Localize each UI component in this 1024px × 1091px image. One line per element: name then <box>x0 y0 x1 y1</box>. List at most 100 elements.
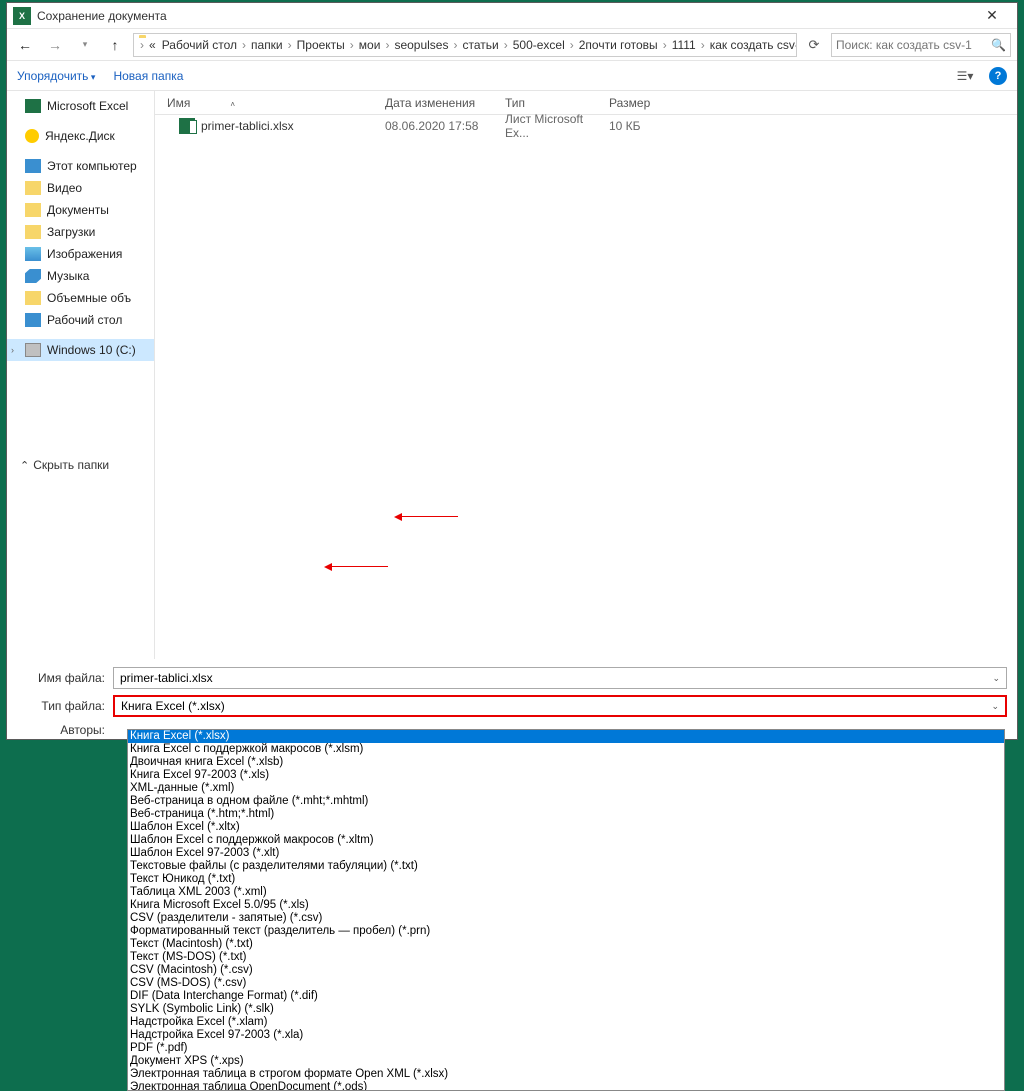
filename-input[interactable]: primer-tablici.xlsx ⌄ <box>113 667 1007 689</box>
filetype-option[interactable]: Текст (Macintosh) (*.txt) <box>128 938 1004 951</box>
breadcrumb-item[interactable]: 2почти готовы <box>576 38 661 52</box>
filetype-option[interactable]: Двоичная книга Excel (*.xlsb) <box>128 756 1004 769</box>
filetype-option[interactable]: Веб-страница в одном файле (*.mht;*.mhtm… <box>128 795 1004 808</box>
filetype-option[interactable]: SYLK (Symbolic Link) (*.slk) <box>128 1003 1004 1016</box>
filetype-option[interactable]: PDF (*.pdf) <box>128 1042 1004 1055</box>
folder-icon <box>25 269 41 283</box>
filetype-option[interactable]: Надстройка Excel 97-2003 (*.xla) <box>128 1029 1004 1042</box>
folder-icon <box>25 247 41 261</box>
filetype-option[interactable]: DIF (Data Interchange Format) (*.dif) <box>128 990 1004 1003</box>
file-list-pane: Имя˄ Дата изменения Тип Размер primer-ta… <box>155 91 1017 659</box>
up-button[interactable]: ↑ <box>103 33 127 57</box>
organize-button[interactable]: Упорядочить <box>17 69 95 83</box>
close-button[interactable]: ✕ <box>973 5 1011 27</box>
sidebar-item-label: Windows 10 (C:) <box>47 343 136 357</box>
toolbar: Упорядочить Новая папка ☰▾ ? <box>7 61 1017 91</box>
filetype-option[interactable]: Книга Microsoft Excel 5.0/95 (*.xls) <box>128 899 1004 912</box>
filetype-option[interactable]: Текстовые файлы (с разделителями табуляц… <box>128 860 1004 873</box>
sidebar-item-label: Изображения <box>47 247 122 261</box>
breadcrumb-item[interactable]: seopulses <box>391 38 451 52</box>
filetype-option[interactable]: Шаблон Excel (*.xltx) <box>128 821 1004 834</box>
filetype-option[interactable]: Форматированный текст (разделитель — про… <box>128 925 1004 938</box>
sidebar-item[interactable]: Рабочий стол <box>7 309 154 331</box>
filetype-option[interactable]: XML-данные (*.xml) <box>128 782 1004 795</box>
search-input[interactable] <box>836 38 991 52</box>
sidebar-item-label: Яндекс.Диск <box>45 129 115 143</box>
sidebar-item[interactable]: › Windows 10 (C:) <box>7 339 154 361</box>
folder-icon <box>25 99 41 113</box>
breadcrumb[interactable]: › « Рабочий стол›папки›Проекты›мои›seopu… <box>133 33 797 57</box>
sidebar-item-label: Рабочий стол <box>47 313 122 327</box>
sidebar-item[interactable]: Microsoft Excel <box>7 95 154 117</box>
sidebar-item-label: Видео <box>47 181 82 195</box>
titlebar: X Сохранение документа ✕ <box>7 3 1017 29</box>
search-box[interactable]: 🔍 <box>831 33 1011 57</box>
breadcrumb-item[interactable]: как создать csv-1 <box>707 38 797 52</box>
filetype-option[interactable]: Текст Юникод (*.txt) <box>128 873 1004 886</box>
filetype-option[interactable]: Таблица XML 2003 (*.xml) <box>128 886 1004 899</box>
sidebar-item-label: Microsoft Excel <box>47 99 128 113</box>
filetype-option[interactable]: Веб-страница (*.htm;*.html) <box>128 808 1004 821</box>
filetype-option[interactable]: Текст (MS-DOS) (*.txt) <box>128 951 1004 964</box>
folder-icon <box>25 225 41 239</box>
sidebar-item[interactable]: Музыка <box>7 265 154 287</box>
chevron-down-icon[interactable]: ⌄ <box>991 701 999 712</box>
new-folder-button[interactable]: Новая папка <box>113 69 183 83</box>
sort-indicator: ˄ <box>230 100 235 109</box>
filetype-option[interactable]: Документ XPS (*.xps) <box>128 1055 1004 1068</box>
sidebar-item-label: Объемные объ <box>47 291 131 305</box>
sidebar-item[interactable]: Яндекс.Диск <box>7 125 154 147</box>
breadcrumb-item[interactable]: статьи <box>459 38 501 52</box>
folder-icon <box>25 291 41 305</box>
folder-icon <box>25 181 41 195</box>
folder-icon <box>25 203 41 217</box>
filetype-option[interactable]: CSV (Macintosh) (*.csv) <box>128 964 1004 977</box>
breadcrumb-item[interactable]: мои <box>356 38 384 52</box>
breadcrumb-item[interactable]: папки <box>248 38 286 52</box>
bottom-panel: Имя файла: primer-tablici.xlsx ⌄ Тип фай… <box>7 659 1017 739</box>
filetype-option[interactable]: Шаблон Excel 97-2003 (*.xlt) <box>128 847 1004 860</box>
breadcrumb-item[interactable]: Рабочий стол <box>159 38 240 52</box>
filetype-option[interactable]: CSV (MS-DOS) (*.csv) <box>128 977 1004 990</box>
sidebar-item[interactable]: Документы <box>7 199 154 221</box>
file-row[interactable]: primer-tablici.xlsx08.06.2020 17:58Лист … <box>155 115 1017 137</box>
filename-label: Имя файла: <box>17 671 113 685</box>
window-title: Сохранение документа <box>37 9 973 23</box>
breadcrumb-item[interactable]: 500-excel <box>510 38 568 52</box>
filetype-option[interactable]: CSV (разделители - запятые) (*.csv) <box>128 912 1004 925</box>
back-button[interactable]: ← <box>13 33 37 57</box>
navbar: ← → ▾ ↑ › « Рабочий стол›папки›Проекты›м… <box>7 29 1017 61</box>
filetype-option[interactable]: Книга Excel с поддержкой макросов (*.xls… <box>128 743 1004 756</box>
folder-icon <box>25 343 41 357</box>
help-button[interactable]: ? <box>989 67 1007 85</box>
sidebar-item-label: Документы <box>47 203 109 217</box>
filetype-option[interactable]: Шаблон Excel с поддержкой макросов (*.xl… <box>128 834 1004 847</box>
filetype-option[interactable]: Электронная таблица в строгом формате Op… <box>128 1068 1004 1081</box>
filetype-option[interactable]: Надстройка Excel (*.xlam) <box>128 1016 1004 1029</box>
sidebar-item-label: Музыка <box>47 269 89 283</box>
sidebar-item[interactable]: Загрузки <box>7 221 154 243</box>
breadcrumb-item[interactable]: Проекты <box>294 38 348 52</box>
sidebar-item-label: Загрузки <box>47 225 95 239</box>
filetype-option[interactable]: Книга Excel 97-2003 (*.xls) <box>128 769 1004 782</box>
refresh-button[interactable]: ⟳ <box>803 34 825 56</box>
filetype-option[interactable]: Электронная таблица OpenDocument (*.ods) <box>128 1081 1004 1091</box>
filetype-option[interactable]: Книга Excel (*.xlsx) <box>128 730 1004 743</box>
forward-button[interactable]: → <box>43 33 67 57</box>
view-button[interactable]: ☰▾ <box>951 66 979 86</box>
chevron-down-icon[interactable]: ⌄ <box>992 673 1000 684</box>
sidebar-item-label: Этот компьютер <box>47 159 137 173</box>
sidebar-item[interactable]: Изображения <box>7 243 154 265</box>
filetype-dropdown-list[interactable]: Книга Excel (*.xlsx)Книга Excel с поддер… <box>127 729 1005 1091</box>
chevron-right-icon: › <box>11 345 14 355</box>
folder-icon <box>25 159 41 173</box>
sidebar-item[interactable]: Видео <box>7 177 154 199</box>
sidebar-item[interactable]: Объемные объ <box>7 287 154 309</box>
recent-button[interactable]: ▾ <box>73 33 97 57</box>
save-dialog: X Сохранение документа ✕ ← → ▾ ↑ › « Раб… <box>6 2 1018 740</box>
filetype-dropdown[interactable]: Книга Excel (*.xlsx) ⌄ <box>113 695 1007 717</box>
sidebar: Microsoft Excel Яндекс.Диск Этот компьютер… <box>7 91 155 659</box>
sidebar-item[interactable]: Этот компьютер <box>7 155 154 177</box>
breadcrumb-item[interactable]: 1111 <box>669 38 699 52</box>
hide-folders-button[interactable]: Скрыть папки <box>20 458 109 472</box>
